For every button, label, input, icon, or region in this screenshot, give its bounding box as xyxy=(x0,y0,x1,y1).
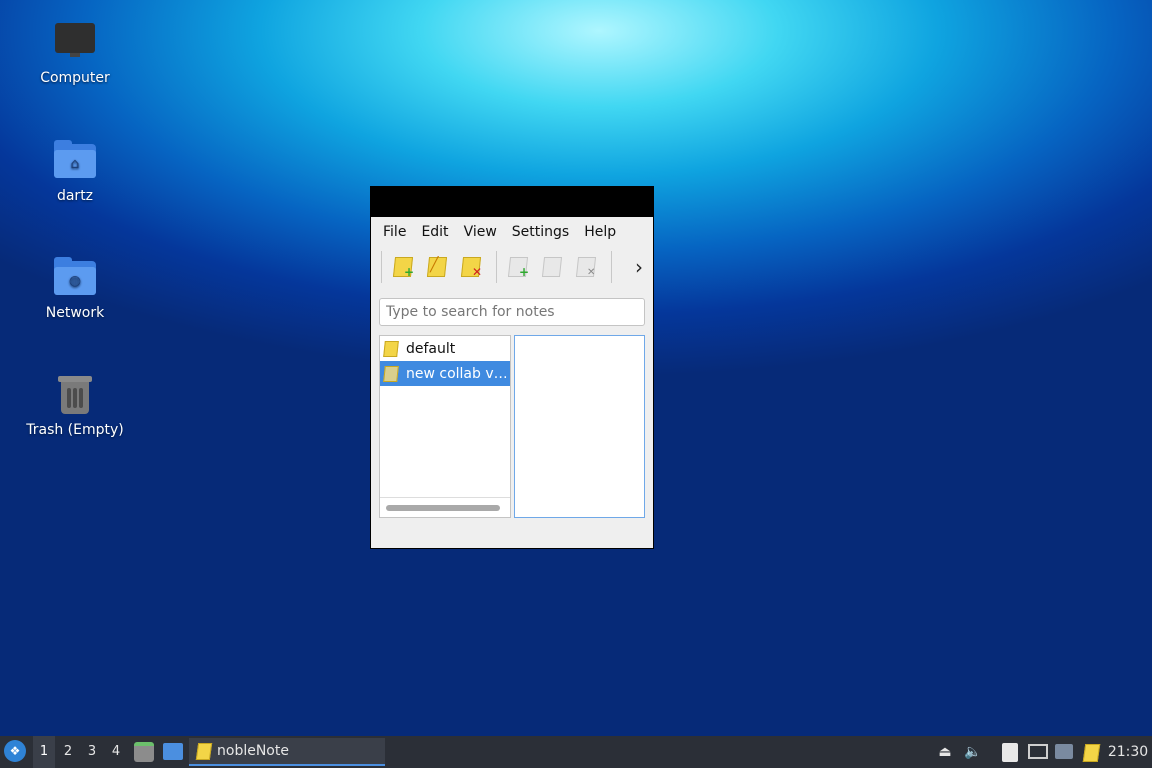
eject-icon[interactable]: ⏏ xyxy=(934,736,956,768)
task-label: nobleNote xyxy=(217,743,289,759)
pencil-icon: ╱ xyxy=(430,257,439,273)
delete-x-icon: ✕ xyxy=(472,265,483,279)
plus-icon: + xyxy=(519,265,530,279)
menu-file[interactable]: File xyxy=(377,224,415,240)
computer-icon xyxy=(52,20,98,66)
trash-icon xyxy=(52,372,98,418)
desktop-icon-network[interactable]: ◍ Network xyxy=(20,255,130,321)
workspace-2[interactable]: 2 xyxy=(57,736,79,768)
delete-folder-button[interactable]: ✕ xyxy=(456,252,486,282)
workspace-1[interactable]: 1 xyxy=(33,736,55,768)
network-folder-icon: ◍ xyxy=(52,255,98,301)
toolbar-separator xyxy=(496,251,497,283)
volume-icon[interactable]: 🔈 xyxy=(962,736,984,768)
toolbar-separator xyxy=(381,251,382,283)
new-folder-button[interactable]: + xyxy=(388,252,418,282)
workspace-3[interactable]: 3 xyxy=(81,736,103,768)
scrollbar-thumb[interactable] xyxy=(386,505,500,511)
rename-folder-button[interactable]: ╱ xyxy=(422,252,452,282)
clock[interactable]: 21:30 xyxy=(1106,736,1150,768)
taskbar: ❖ 1 2 3 4 nobleNote ⏏ 🔈 21:30 xyxy=(0,736,1152,768)
clipboard-icon[interactable] xyxy=(1002,743,1018,762)
desktop-icon-label: Trash (Empty) xyxy=(26,422,124,438)
network-icon[interactable] xyxy=(1028,744,1048,759)
plus-icon: + xyxy=(404,265,415,279)
menu-settings[interactable]: Settings xyxy=(506,224,578,240)
noblenote-app-icon xyxy=(195,743,213,760)
desktop-icon-label: dartz xyxy=(56,188,94,204)
home-folder-icon: ⌂ xyxy=(52,138,98,184)
delete-note-button[interactable]: ✕ xyxy=(571,252,601,282)
menubar: File Edit View Settings Help xyxy=(371,217,653,247)
note-list[interactable] xyxy=(514,335,645,518)
task-noblenote[interactable]: nobleNote xyxy=(189,738,385,766)
show-desktop-icon[interactable] xyxy=(163,743,183,760)
desktop-icon-computer[interactable]: Computer xyxy=(20,20,130,86)
start-menu-button[interactable]: ❖ xyxy=(4,740,26,762)
notebook-icon xyxy=(383,340,399,357)
menu-help[interactable]: Help xyxy=(578,224,625,240)
window-titlebar[interactable] xyxy=(371,187,653,217)
folder-label: new collab v… xyxy=(406,365,508,382)
toolbar-overflow-chevron-icon[interactable]: › xyxy=(635,255,643,279)
menu-view[interactable]: View xyxy=(458,224,506,240)
toolbar-separator xyxy=(611,251,612,283)
rename-note-button[interactable] xyxy=(537,252,567,282)
notification-icon[interactable] xyxy=(1055,744,1073,759)
workspace-4[interactable]: 4 xyxy=(105,736,127,768)
new-note-button[interactable]: + xyxy=(503,252,533,282)
notebook-icon xyxy=(383,365,399,382)
folder-label: default xyxy=(406,340,456,357)
noblenote-tray-icon[interactable] xyxy=(1082,744,1101,762)
desktop-icon-label: Computer xyxy=(40,70,110,86)
search-input[interactable] xyxy=(379,298,645,326)
desktop-icon-trash[interactable]: Trash (Empty) xyxy=(20,372,130,438)
file-manager-launcher-icon[interactable] xyxy=(134,742,154,762)
list-item-folder-default[interactable]: default xyxy=(380,336,510,361)
horizontal-scrollbar[interactable] xyxy=(380,497,510,517)
desktop-icon-label: Network xyxy=(45,305,105,321)
toolbar: + ╱ ✕ + ✕ › xyxy=(371,247,653,287)
menu-edit[interactable]: Edit xyxy=(415,224,457,240)
noblenote-window: File Edit View Settings Help + ╱ ✕ + ✕ ›… xyxy=(370,186,654,549)
desktop-icon-home[interactable]: ⌂ dartz xyxy=(20,138,130,204)
list-item-folder-new-collab[interactable]: new collab v… xyxy=(380,361,510,386)
delete-x-icon: ✕ xyxy=(587,267,596,278)
folder-list[interactable]: default new collab v… xyxy=(379,335,511,518)
rename-note-icon xyxy=(541,257,563,277)
